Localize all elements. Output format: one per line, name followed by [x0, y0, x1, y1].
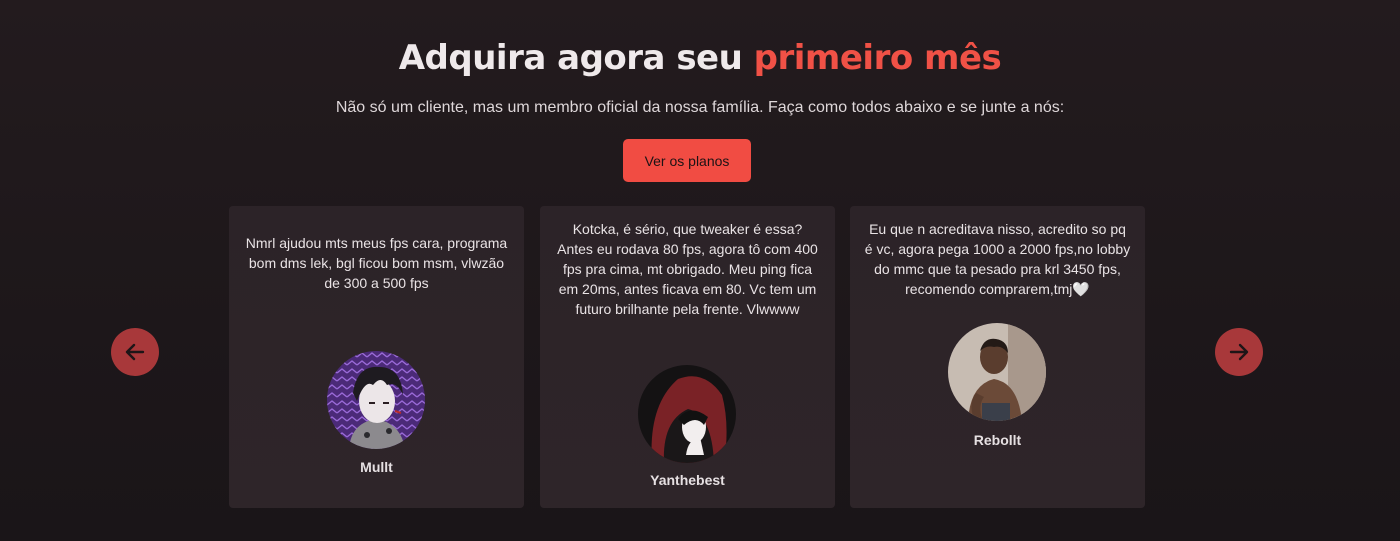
title-main: Adquira agora seu: [398, 38, 754, 78]
testimonial-author: Rebollt: [973, 432, 1022, 448]
testimonial-card: Kotcka, é sério, que tweaker é essa? Ant…: [540, 206, 835, 508]
carousel-next-button[interactable]: [1215, 328, 1263, 376]
testimonial-quote: Kotcka, é sério, que tweaker é essa? Ant…: [557, 221, 818, 317]
title-accent: primeiro mês: [753, 38, 1002, 78]
testimonial-card: Eu que n acreditava nisso, acredito so p…: [850, 206, 1145, 508]
avatar: [327, 351, 425, 449]
page-title: Adquira agora seu primeiro mês: [0, 38, 1400, 78]
avatar: [638, 365, 736, 463]
testimonial-card: Nmrl ajudou mts meus fps cara, programa …: [229, 206, 524, 508]
arrow-right-icon: [1229, 343, 1249, 361]
testimonial-quote: Eu que n acreditava nisso, acredito so p…: [864, 221, 1131, 297]
page-subtitle: Não só um cliente, mas um membro oficial…: [335, 99, 1065, 116]
arrow-left-icon: [125, 343, 145, 361]
testimonial-quote: Nmrl ajudou mts meus fps cara, programa …: [245, 235, 508, 291]
view-plans-button[interactable]: Ver os planos: [623, 139, 751, 182]
avatar: [948, 323, 1046, 421]
testimonial-author: Yanthebest: [650, 472, 725, 488]
carousel-prev-button[interactable]: [111, 328, 159, 376]
testimonial-author: Mullt: [360, 459, 393, 475]
